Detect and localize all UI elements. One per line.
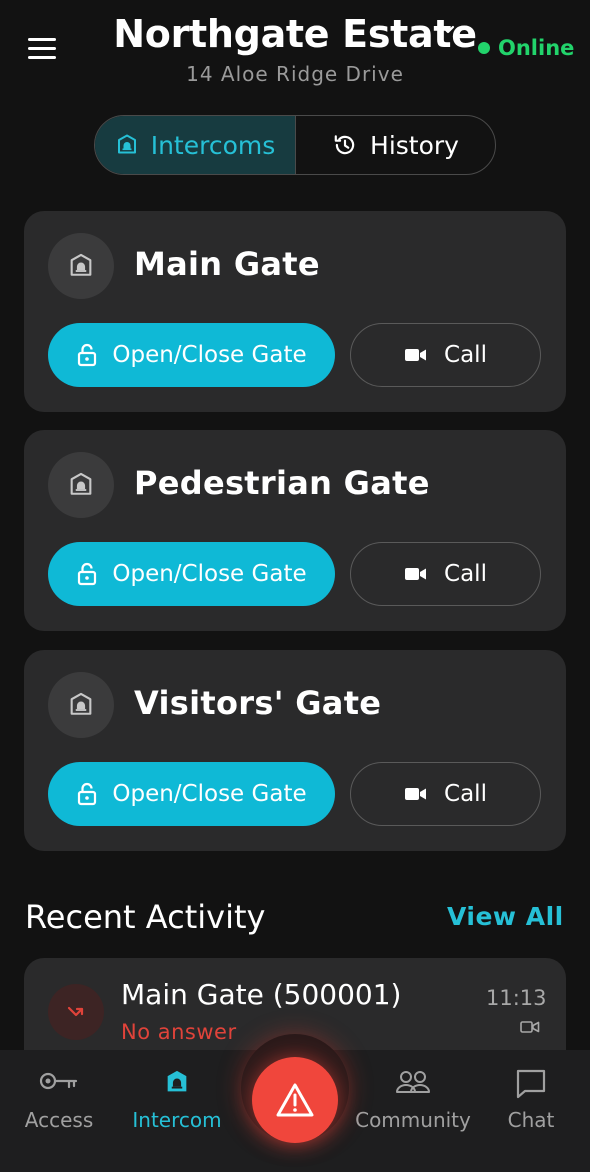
call-button[interactable]: Call	[350, 762, 541, 826]
nav-item-community[interactable]: Community	[354, 1050, 472, 1172]
nav-item-intercom[interactable]: Intercom	[118, 1050, 236, 1172]
recent-activity-heading: Recent Activity	[25, 898, 266, 936]
call-label: Call	[444, 342, 487, 368]
gate-name: Pedestrian Gate	[134, 464, 430, 502]
nav-label-access: Access	[24, 1108, 94, 1132]
warning-triangle-icon	[276, 1083, 314, 1117]
gate-card-main: Main Gate Open/Close Gate Call	[24, 211, 566, 412]
open-close-label: Open/Close Gate	[112, 561, 307, 587]
intercom-bell-icon	[167, 1070, 187, 1092]
missed-call-icon	[48, 984, 104, 1040]
intercom-bell-icon	[70, 692, 92, 715]
page-title[interactable]: Northgate Estate	[113, 12, 477, 56]
status-badge: Online	[478, 36, 574, 60]
open-close-gate-button[interactable]: Open/Close Gate	[48, 762, 335, 826]
nav-label-chat: Chat	[507, 1108, 555, 1132]
intercom-bell-icon	[70, 472, 92, 495]
gate-avatar	[48, 233, 114, 299]
gate-card-pedestrian: Pedestrian Gate Open/Close Gate Call	[24, 430, 566, 631]
nav-item-access[interactable]: Access	[0, 1050, 118, 1172]
intercom-bell-icon	[70, 253, 92, 276]
header: Northgate Estate 14 Aloe Ridge Drive Onl…	[0, 0, 590, 100]
nav-item-chat[interactable]: Chat	[472, 1050, 590, 1172]
estate-address: 14 Aloe Ridge Drive	[186, 62, 404, 86]
people-icon	[396, 1071, 430, 1093]
online-dot-icon	[478, 42, 490, 54]
gate-name: Main Gate	[134, 245, 320, 283]
gate-avatar	[48, 452, 114, 518]
unlock-icon	[78, 562, 97, 586]
view-tabs: Intercoms History	[94, 115, 496, 175]
activity-title: Main Gate (500001)	[121, 978, 402, 1011]
activity-status: No answer	[121, 1020, 237, 1044]
history-clock-icon	[334, 135, 355, 155]
call-button[interactable]: Call	[350, 323, 541, 387]
unlock-icon	[78, 782, 97, 806]
tab-intercoms[interactable]: Intercoms	[95, 116, 296, 174]
tab-intercoms-label: Intercoms	[150, 130, 276, 160]
video-icon	[405, 568, 427, 580]
chevron-down-icon[interactable]	[440, 22, 456, 38]
nav-label-intercom: Intercom	[132, 1108, 222, 1132]
open-close-gate-button[interactable]: Open/Close Gate	[48, 323, 335, 387]
tab-history-label: History	[370, 130, 459, 160]
gate-card-visitors: Visitors' Gate Open/Close Gate Call	[24, 650, 566, 851]
status-text: Online	[498, 36, 575, 60]
chat-bubble-icon	[516, 1069, 546, 1099]
activity-time: 11:13	[486, 986, 547, 1010]
video-icon	[405, 788, 427, 800]
call-label: Call	[444, 781, 487, 807]
video-icon	[405, 349, 427, 361]
open-close-label: Open/Close Gate	[112, 781, 307, 807]
tab-history[interactable]: History	[296, 116, 495, 174]
view-all-link[interactable]: View All	[447, 902, 564, 931]
call-button[interactable]: Call	[350, 542, 541, 606]
open-close-label: Open/Close Gate	[112, 342, 307, 368]
gate-name: Visitors' Gate	[134, 684, 382, 722]
gate-avatar	[48, 672, 114, 738]
video-icon	[520, 1021, 540, 1033]
open-close-gate-button[interactable]: Open/Close Gate	[48, 542, 335, 606]
key-icon	[39, 1072, 78, 1090]
nav-label-community: Community	[355, 1108, 471, 1132]
unlock-icon	[78, 343, 97, 367]
call-label: Call	[444, 561, 487, 587]
intercom-bell-icon	[117, 134, 136, 154]
sos-emergency-button[interactable]	[252, 1057, 338, 1143]
